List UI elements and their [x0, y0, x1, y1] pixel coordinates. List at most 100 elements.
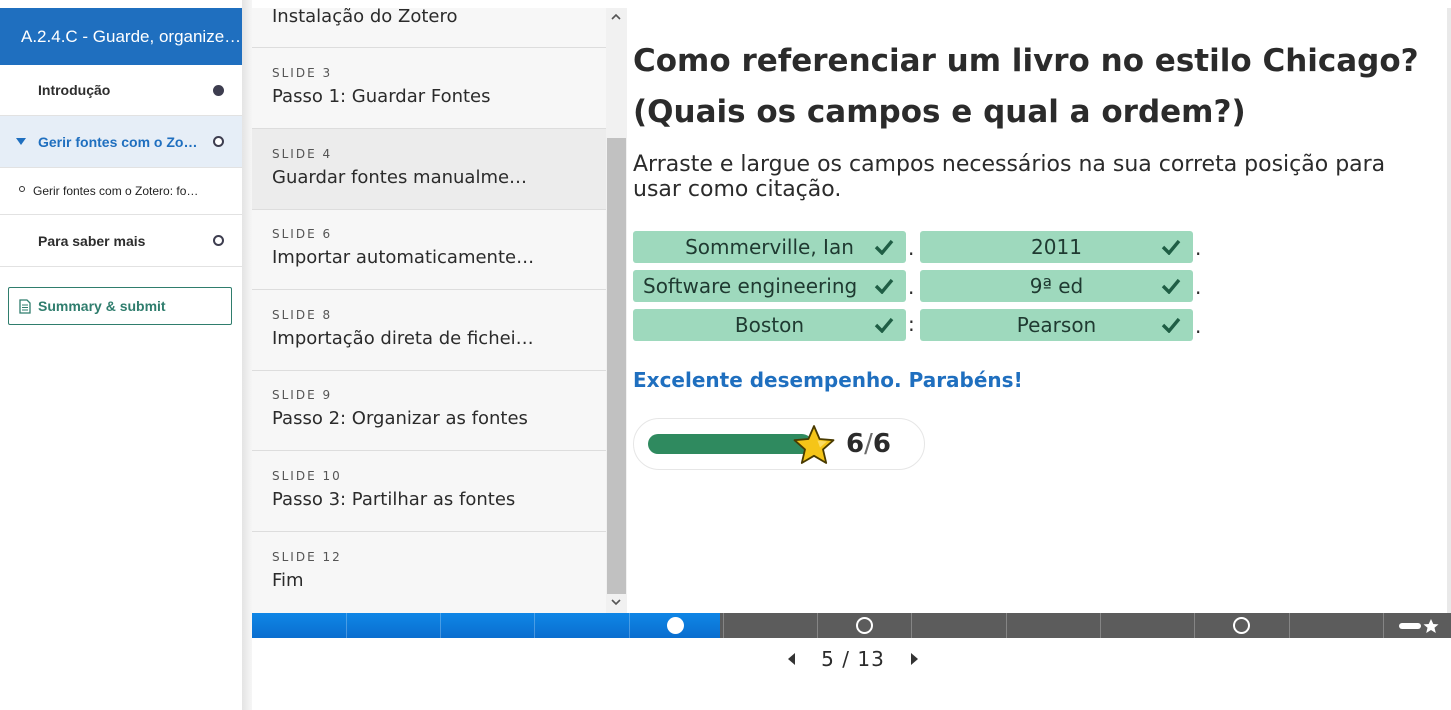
- current-position-marker[interactable]: [667, 617, 684, 634]
- in-progress-status-icon: [213, 136, 224, 147]
- check-icon: [1161, 239, 1181, 255]
- progress-divider: [1289, 613, 1290, 638]
- drop-zone-edition[interactable]: 9ª ed: [920, 270, 1193, 302]
- slide-list-item[interactable]: SLIDE 3 Passo 1: Guardar Fontes: [252, 48, 606, 129]
- star-icon: [793, 425, 835, 464]
- progress-divider: [440, 613, 441, 638]
- slide-number: SLIDE 4: [272, 147, 333, 161]
- slide-title: Importação direta de fichei…: [272, 328, 534, 349]
- separator: :: [908, 312, 915, 336]
- check-icon: [874, 317, 894, 333]
- slide-title: Instalação do Zotero: [272, 8, 458, 27]
- slide-number: SLIDE 3: [272, 66, 333, 80]
- slide-list-item[interactable]: SLIDE 6 Importar automaticamente…: [252, 210, 606, 290]
- slide-pager: 5 / 13: [788, 646, 918, 672]
- drop-zone-year[interactable]: 2011: [920, 231, 1193, 263]
- slide-number: SLIDE 12: [272, 550, 342, 564]
- slide-number: SLIDE 9: [272, 388, 333, 402]
- drop-zone-text: Boston: [734, 313, 805, 337]
- interaction-marker[interactable]: [856, 617, 873, 634]
- not-started-status-icon: [213, 235, 224, 246]
- check-icon: [874, 239, 894, 255]
- separator: .: [908, 236, 915, 260]
- slide-content: Como referenciar um livro no estilo Chic…: [627, 8, 1451, 613]
- drop-zone-place[interactable]: Boston: [633, 309, 906, 341]
- drop-zone-publisher[interactable]: Pearson: [920, 309, 1193, 341]
- score-text: 6/6: [846, 429, 891, 459]
- course-title[interactable]: A.2.4.C - Guarde, organize e partilhe as…: [0, 8, 242, 65]
- slide-title: Passo 2: Organizar as fontes: [272, 408, 528, 429]
- slide-title: Fim: [272, 570, 304, 591]
- slide-list-item-active[interactable]: SLIDE 4 Guardar fontes manualme…: [252, 129, 606, 210]
- slide-list-item[interactable]: SLIDE 9 Passo 2: Organizar as fontes: [252, 371, 606, 451]
- document-icon: [19, 298, 31, 314]
- summary-submit-button[interactable]: Summary & submit: [8, 287, 232, 325]
- scroll-down-icon[interactable]: [610, 597, 622, 607]
- drop-zone-author[interactable]: Sommerville, Ian: [633, 231, 906, 263]
- course-progress-bar: [252, 613, 1451, 638]
- progress-divider: [1006, 613, 1007, 638]
- score-progress-fill: [648, 434, 812, 454]
- caret-down-icon[interactable]: [16, 138, 26, 145]
- pager-text: 5 / 13: [821, 647, 885, 671]
- previous-slide-icon[interactable]: [788, 653, 795, 665]
- separator: .: [1195, 314, 1202, 338]
- completed-status-icon: [213, 84, 224, 96]
- slide-title: Importar automaticamente…: [272, 247, 535, 268]
- check-icon: [1161, 317, 1181, 333]
- separator: .: [1195, 275, 1202, 299]
- progress-divider: [1383, 613, 1384, 638]
- score-separator: /: [864, 429, 873, 459]
- slide-number: SLIDE 8: [272, 308, 333, 322]
- sidebar-subitem-gerir-fontes[interactable]: Gerir fontes com o Zotero: fontes, organ…: [0, 168, 242, 215]
- progress-divider: [723, 613, 724, 638]
- drop-zone-title[interactable]: Software engineering: [633, 270, 906, 302]
- star-icon[interactable]: [1395, 618, 1441, 634]
- sidebar-subitem-label: Gerir fontes com o Zotero: fontes, organ…: [33, 184, 203, 198]
- progress-divider: [346, 613, 347, 638]
- scroll-up-icon[interactable]: [610, 12, 622, 22]
- check-icon: [874, 278, 894, 294]
- progress-fill: [252, 613, 720, 638]
- feedback-message: Excelente desempenho. Parabéns!: [633, 368, 1023, 392]
- progress-divider: [817, 613, 818, 638]
- slide-list-item[interactable]: SLIDE 12 Fim: [252, 532, 606, 613]
- drop-zone-text: Sommerville, Ian: [685, 235, 854, 259]
- drop-zone-text: Software engineering: [643, 274, 858, 298]
- slide-number: SLIDE 10: [272, 469, 342, 483]
- progress-divider: [1194, 613, 1195, 638]
- bullet-icon: [19, 186, 25, 192]
- sidebar-item-para-saber-mais[interactable]: Para saber mais: [0, 215, 242, 267]
- slide-list-item[interactable]: SLIDE 10 Passo 3: Partilhar as fontes: [252, 451, 606, 532]
- progress-divider: [911, 613, 912, 638]
- pager-total: 13: [857, 647, 885, 671]
- question-instruction: Arraste e largue os campos necessários n…: [633, 152, 1386, 202]
- drop-zone-text: Pearson: [1016, 313, 1097, 337]
- question-title: Como referenciar um livro no estilo Chic…: [633, 43, 1419, 130]
- sidebar-item-gerir-fontes[interactable]: Gerir fontes com o Zotero: [0, 116, 242, 168]
- sidebar-shadow: [242, 0, 252, 710]
- progress-divider: [534, 613, 535, 638]
- slide-title: Guardar fontes manualme…: [272, 167, 528, 188]
- pager-separator: /: [842, 647, 851, 671]
- slide-title: Passo 3: Partilhar as fontes: [272, 489, 516, 510]
- progress-divider: [629, 613, 630, 638]
- sidebar-item-label: Para saber mais: [38, 232, 146, 249]
- sidebar-item-introducao[interactable]: Introdução: [0, 65, 242, 116]
- next-slide-icon[interactable]: [911, 653, 918, 665]
- separator: .: [1195, 236, 1202, 260]
- check-icon: [1161, 278, 1181, 294]
- progress-divider: [1100, 613, 1101, 638]
- interaction-marker[interactable]: [1233, 617, 1250, 634]
- drop-zone-text: 9ª ed: [1029, 274, 1084, 298]
- slide-number: SLIDE 6: [272, 227, 333, 241]
- sidebar: A.2.4.C - Guarde, organize e partilhe as…: [0, 0, 242, 710]
- scrollbar-thumb[interactable]: [607, 138, 626, 594]
- slide-list-item[interactable]: SLIDE 8 Importação direta de fichei…: [252, 290, 606, 371]
- sidebar-item-label: Gerir fontes com o Zotero: [38, 133, 198, 150]
- summary-submit-label: Summary & submit: [38, 298, 166, 314]
- pager-current: 5: [821, 647, 835, 671]
- slide-list-item[interactable]: Instalação do Zotero: [252, 8, 606, 48]
- content-edge: [1447, 8, 1451, 613]
- slide-list: Instalação do Zotero SLIDE 3 Passo 1: Gu…: [252, 8, 627, 613]
